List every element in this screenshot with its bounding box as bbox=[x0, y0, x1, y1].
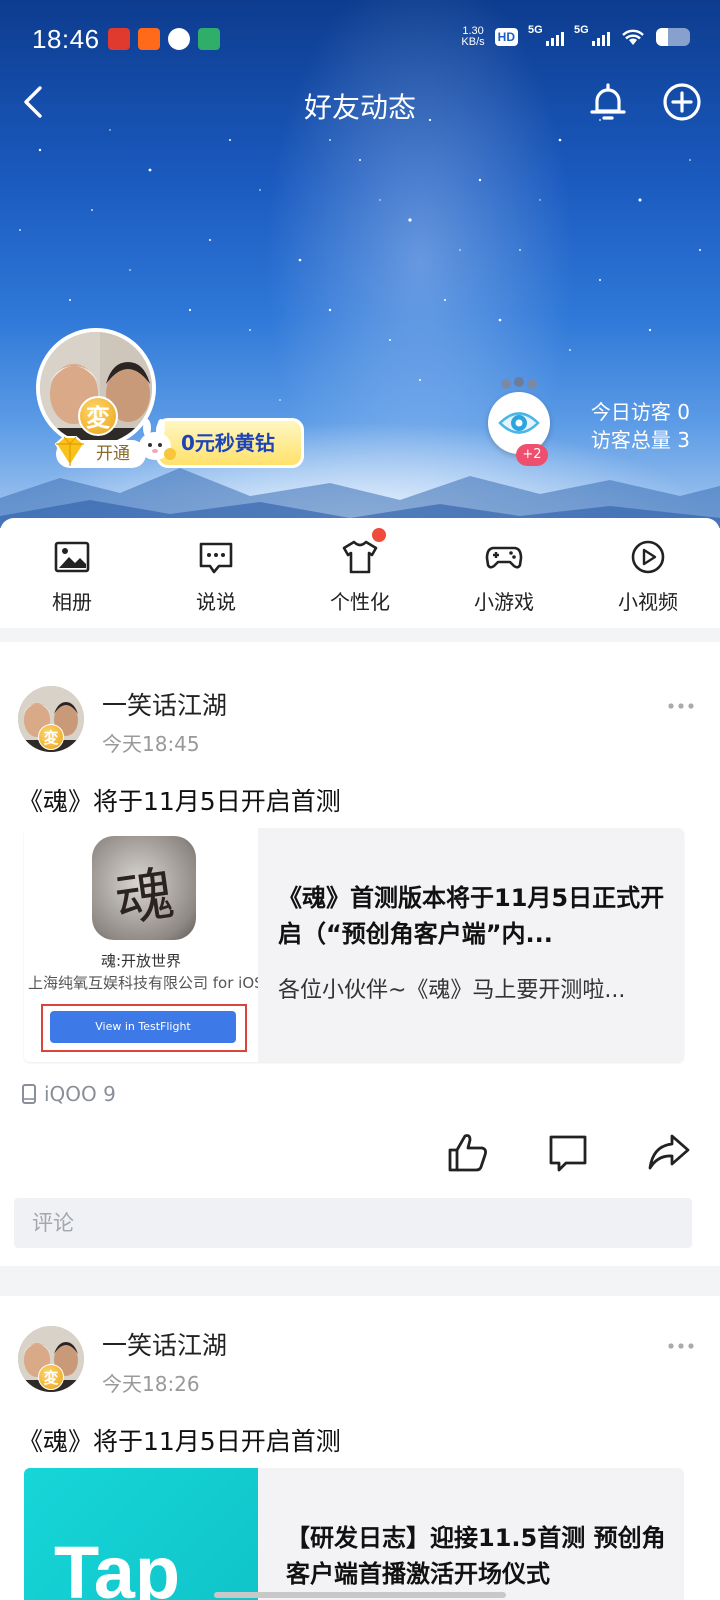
card-thumbnail: Tap bbox=[24, 1468, 258, 1600]
hd-volte-icon: HD bbox=[494, 28, 518, 46]
network-speed-unit: KB/s bbox=[461, 36, 485, 48]
feed-post: 変 一笑话江湖 今天18:26 《魂》将于11月5日开启首测 Tap 【研发日志… bbox=[0, 1296, 720, 1600]
play-circle-icon bbox=[631, 540, 665, 574]
game-app-icon: 魂 bbox=[92, 836, 196, 940]
device-name: iQOO 9 bbox=[44, 1082, 116, 1106]
visitor-stats[interactable]: 今日访客 0 访客总量 3 bbox=[591, 398, 690, 454]
function-bar: 相册 说说 个性化 小游戏 小视频 bbox=[0, 518, 720, 628]
card-thumbnail: 魂 魂:开放世界 上海纯氧互娱科技有限公司 for iOS View in Te… bbox=[24, 828, 258, 1062]
signal-2-icon: 5G bbox=[574, 24, 610, 46]
wifi-icon bbox=[622, 29, 644, 45]
bian-badge: 変 bbox=[38, 724, 64, 750]
card-title: 《魂》首测版本将于11月5日正式开启（“预创角客户端”内... bbox=[278, 884, 665, 948]
app-icon-glyph: 魂 bbox=[111, 859, 179, 935]
comment-input[interactable] bbox=[14, 1198, 692, 1248]
battery-icon bbox=[656, 28, 690, 46]
album-icon bbox=[54, 541, 90, 573]
post-author-name[interactable]: 一笑话江湖 bbox=[102, 1326, 227, 1362]
battery-fill bbox=[656, 28, 668, 46]
new-indicator-dot bbox=[372, 528, 386, 542]
func-shuoshuo[interactable]: 说说 bbox=[144, 518, 288, 628]
post-text: 《魂》将于11月5日开启首测 bbox=[18, 1427, 341, 1456]
visitors-today: 今日访客 0 bbox=[590, 400, 690, 424]
top-nav: 好友动态 bbox=[0, 78, 720, 128]
home-indicator[interactable] bbox=[214, 1592, 506, 1598]
share-arrow-icon[interactable] bbox=[646, 1130, 692, 1174]
tshirt-icon bbox=[342, 540, 378, 574]
func-short-video[interactable]: 小视频 bbox=[576, 518, 720, 628]
card-title: 【研发日志】迎接11.5首测 预创角客户端首播激活开场仪式 bbox=[286, 1524, 666, 1588]
func-label: 个性化 bbox=[330, 590, 390, 614]
visitor-avatars-icon bbox=[501, 377, 537, 389]
func-personalize[interactable]: 个性化 bbox=[288, 518, 432, 628]
card-description: 各位小伙伴~《魂》马上要开测啦... bbox=[278, 978, 626, 1003]
bian-badge: 変 bbox=[38, 1364, 64, 1390]
func-label: 相册 bbox=[52, 590, 92, 614]
post-device: iQOO 9 bbox=[20, 1082, 116, 1106]
chat-bubble-icon bbox=[199, 542, 233, 574]
signal-2-label: 5G bbox=[574, 24, 589, 36]
bunny-mascot-icon bbox=[139, 419, 176, 460]
more-options-icon[interactable] bbox=[666, 1336, 696, 1356]
func-minigame[interactable]: 小游戏 bbox=[432, 518, 576, 628]
gamepad-icon bbox=[485, 546, 523, 569]
post-time: 今天18:26 bbox=[102, 1372, 200, 1396]
post-text: 《魂》将于11月5日开启首测 bbox=[18, 787, 341, 816]
message-notification-icon bbox=[168, 28, 190, 50]
func-label: 小游戏 bbox=[474, 590, 534, 614]
bian-badge: 変 bbox=[78, 396, 118, 436]
post-actions bbox=[0, 1130, 720, 1178]
like-thumb-icon[interactable] bbox=[446, 1130, 490, 1174]
visitors-total: 访客总量 3 bbox=[590, 428, 690, 452]
visitor-count-badge: +2 bbox=[516, 444, 548, 466]
func-label: 小视频 bbox=[618, 590, 678, 614]
func-album[interactable]: 相册 bbox=[0, 518, 144, 628]
feed-post: 変 一笑话江湖 今天18:45 《魂》将于11月5日开启首测 魂 魂:开放世界 … bbox=[0, 642, 720, 1266]
post-author-name[interactable]: 一笑话江湖 bbox=[102, 686, 227, 722]
thumb-app-title: 魂:开放世界 bbox=[100, 952, 182, 970]
post-time: 今天18:45 bbox=[102, 732, 200, 756]
cover-banner[interactable]: 18:46 1.30 KB/s HD 5G 5G 好友动态 変 开通 0元秒黄钻… bbox=[0, 0, 720, 528]
status-bar: 18:46 1.30 KB/s HD 5G 5G bbox=[0, 0, 720, 80]
add-circle-icon[interactable] bbox=[660, 80, 704, 124]
comment-icon[interactable] bbox=[546, 1130, 590, 1174]
thumb-app-company: 上海纯氧互娱科技有限公司 for iOS bbox=[28, 974, 258, 992]
testflight-button: View in TestFlight bbox=[50, 1011, 236, 1043]
signal-1-label: 5G bbox=[528, 24, 543, 36]
shared-link-card[interactable]: Tap 【研发日志】迎接11.5首测 预创角客户端首播激活开场仪式 bbox=[24, 1468, 684, 1600]
shared-link-card[interactable]: 魂 魂:开放世界 上海纯氧互娱科技有限公司 for iOS View in Te… bbox=[24, 828, 684, 1062]
app-notification-icon bbox=[138, 28, 160, 50]
func-label: 说说 bbox=[196, 590, 236, 614]
store-notification-icon bbox=[198, 28, 220, 50]
taptap-logo-text: Tap bbox=[54, 1531, 181, 1600]
yellow-diamond-icon bbox=[54, 436, 86, 468]
status-indicators: 1.30 KB/s HD 5G 5G bbox=[461, 24, 690, 48]
notification-icons bbox=[108, 28, 220, 50]
toutiao-notification-icon bbox=[108, 28, 130, 50]
clock: 18:46 bbox=[32, 24, 100, 54]
promo-yellow-diamond-button[interactable]: 0元秒黄钻 bbox=[156, 418, 304, 468]
promo-label: 0元秒黄钻 bbox=[181, 431, 275, 455]
network-speed: 1.30 KB/s bbox=[461, 26, 484, 48]
more-options-icon[interactable] bbox=[666, 696, 696, 716]
phone-icon bbox=[22, 1084, 36, 1104]
signal-1-icon: 5G bbox=[528, 24, 564, 46]
bell-icon[interactable] bbox=[586, 80, 630, 124]
